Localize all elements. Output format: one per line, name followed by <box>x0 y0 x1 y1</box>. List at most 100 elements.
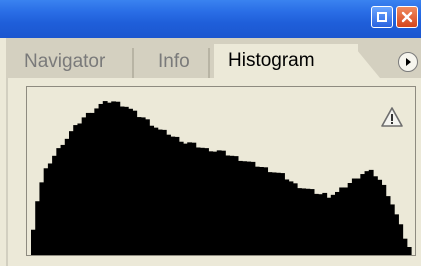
histogram-bar <box>225 155 231 255</box>
histogram-bar <box>297 188 302 255</box>
warning-icon <box>381 107 403 127</box>
histogram-bar <box>136 117 142 255</box>
histogram-bar <box>31 229 36 255</box>
histogram-bar <box>145 119 150 255</box>
histogram-bar <box>305 188 311 255</box>
histogram-bar <box>35 201 41 255</box>
histogram-bar <box>318 194 323 255</box>
cache-warning-button[interactable] <box>380 106 404 128</box>
histogram-bar <box>208 151 214 255</box>
histogram-bar <box>250 161 256 255</box>
histogram-bar <box>56 148 62 255</box>
histogram-bar <box>229 155 235 255</box>
histogram-bar <box>128 108 133 255</box>
histogram-bar <box>343 187 349 255</box>
histogram-bar <box>284 179 290 255</box>
title-bar <box>0 0 421 38</box>
histogram-bar <box>356 178 361 255</box>
histogram-bar <box>259 167 264 255</box>
minimize-icon <box>377 12 387 22</box>
histogram-bar <box>140 117 146 255</box>
panel-menu-arrow-icon <box>406 58 411 66</box>
histogram-bar <box>351 178 357 255</box>
histogram-bar <box>170 136 176 255</box>
histogram-bar <box>81 117 87 255</box>
tab-histogram[interactable]: Histogram <box>214 44 358 78</box>
histogram-bar <box>119 106 125 255</box>
histogram-display <box>26 86 416 256</box>
histogram-bar <box>309 189 315 255</box>
histogram-bar <box>360 174 366 255</box>
close-icon <box>401 11 413 23</box>
histogram-bar <box>178 141 184 255</box>
histogram-bar <box>153 127 159 255</box>
panel-menu-button[interactable] <box>398 52 418 72</box>
histogram-bar <box>381 184 387 255</box>
histogram-bar <box>39 182 45 255</box>
histogram-bar <box>191 142 197 255</box>
histogram-bar <box>246 161 252 255</box>
histogram-bar <box>398 224 404 255</box>
histogram-bar <box>47 163 53 255</box>
close-button[interactable] <box>396 6 418 28</box>
histogram-bar <box>195 147 201 255</box>
histogram-bar <box>322 192 328 255</box>
tab-navigator-label: Navigator <box>24 51 106 72</box>
histogram-bar <box>288 181 294 255</box>
histogram-bar <box>64 138 70 255</box>
histogram-bar <box>221 150 226 255</box>
histogram-bar <box>111 101 117 255</box>
histogram-bar <box>94 108 100 255</box>
histogram-bar <box>199 147 205 255</box>
histogram-bar <box>242 161 247 255</box>
histogram-bar <box>204 148 209 255</box>
histogram-bar <box>102 101 108 255</box>
histogram-bar <box>115 101 121 255</box>
histogram-bar <box>187 142 193 255</box>
histogram-bar <box>368 169 374 255</box>
tab-info[interactable]: Info <box>152 48 210 78</box>
histogram-bar <box>69 131 74 255</box>
histogram-bar <box>237 160 243 255</box>
histogram-bar <box>90 112 95 255</box>
histogram-bar <box>98 103 104 255</box>
histogram-bar <box>233 156 239 255</box>
histogram-bar <box>373 176 378 255</box>
histogram-bar <box>402 238 408 255</box>
histogram-bar <box>216 150 222 255</box>
histogram-bar <box>77 123 83 255</box>
histogram-bar <box>107 102 112 255</box>
histogram-bar <box>301 188 307 255</box>
histogram-bar <box>73 125 79 255</box>
histogram-bar <box>60 144 66 255</box>
histogram-bar <box>275 172 281 255</box>
histogram-bar <box>212 151 218 255</box>
histogram-bar <box>43 168 49 255</box>
histogram-bar <box>161 129 167 255</box>
histogram-bar <box>326 197 332 255</box>
histogram-bar <box>280 173 285 255</box>
histogram-bar <box>335 191 340 255</box>
histogram-bar <box>364 171 370 255</box>
histogram-bar <box>339 187 345 255</box>
histogram-bar <box>52 155 57 255</box>
histogram-bar <box>389 204 395 255</box>
histogram-bar <box>254 166 260 255</box>
histogram-bar <box>330 194 336 255</box>
tab-info-label: Info <box>158 51 190 72</box>
histogram-bar <box>271 172 277 255</box>
histogram-bar <box>292 183 298 255</box>
histogram-bar <box>123 106 129 255</box>
tab-navigator[interactable]: Navigator <box>18 48 134 78</box>
tab-histogram-label: Histogram <box>228 50 315 71</box>
histogram-bar <box>174 136 180 255</box>
histogram-bar <box>85 112 91 255</box>
tab-strip: Navigator Info Histogram <box>6 38 421 78</box>
histogram-bar <box>385 196 391 255</box>
histogram-bar <box>347 183 353 255</box>
histogram-bar <box>166 134 171 255</box>
histogram-bar <box>377 179 383 255</box>
minimize-button[interactable] <box>371 6 393 28</box>
histogram-bar <box>263 167 269 255</box>
histogram-bar <box>132 110 138 255</box>
